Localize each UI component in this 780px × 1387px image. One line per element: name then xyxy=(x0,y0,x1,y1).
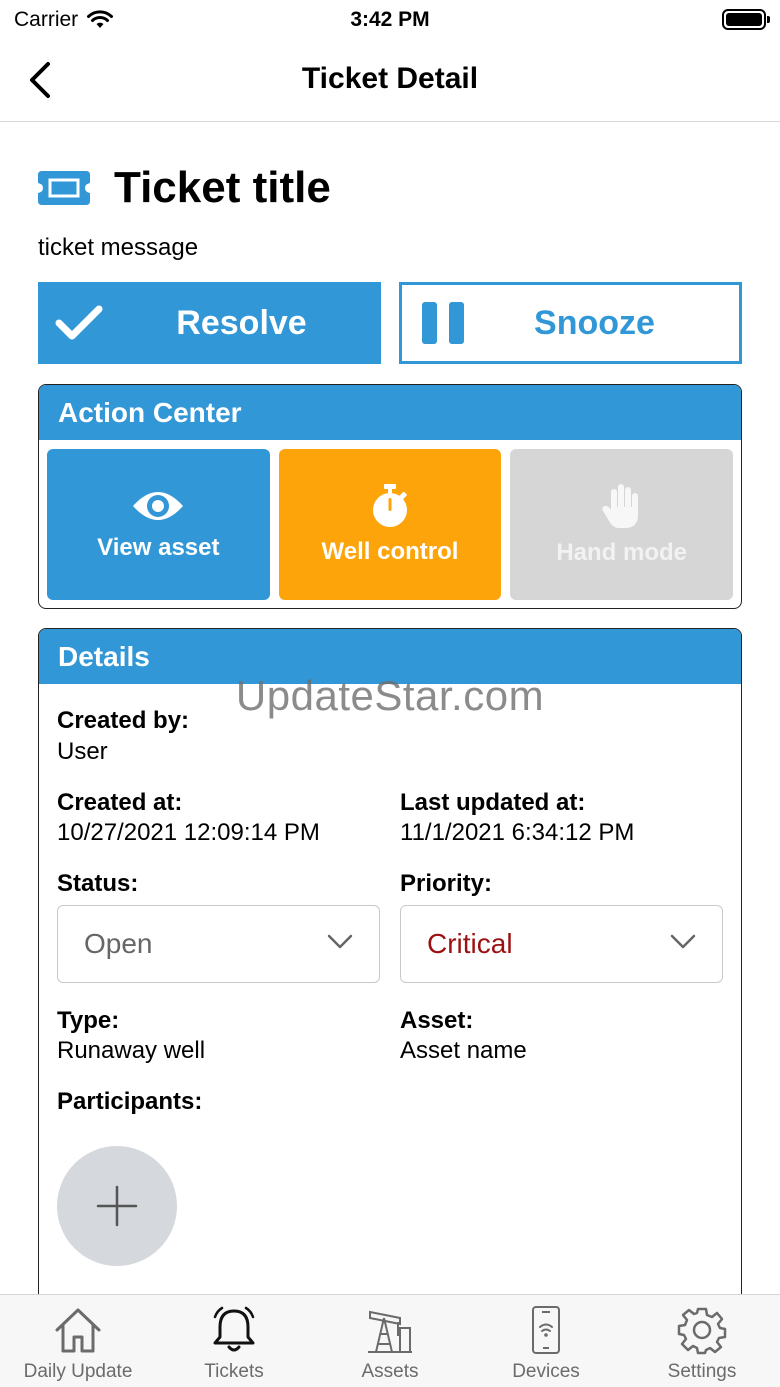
tab-assets[interactable]: Assets xyxy=(312,1295,468,1387)
chevron-down-icon xyxy=(670,934,696,949)
plus-icon xyxy=(96,1185,138,1227)
last-updated-label: Last updated at: xyxy=(400,789,586,816)
page-title: Ticket Detail xyxy=(301,62,479,95)
chevron-down-icon xyxy=(327,934,353,949)
hand-mode-button[interactable]: Hand mode xyxy=(510,449,734,600)
checkmark-icon xyxy=(55,305,103,340)
tab-bar: Daily Update Tickets Assets Devices Sett… xyxy=(0,1294,780,1387)
status-select[interactable]: Open xyxy=(57,905,380,983)
eye-icon xyxy=(133,491,184,520)
oil-pump-icon xyxy=(368,1310,412,1353)
priority-value: Critical xyxy=(427,928,513,959)
tab-label: Settings xyxy=(667,1361,737,1382)
status-value: Open xyxy=(84,928,153,959)
hand-mode-label: Hand mode xyxy=(556,538,688,566)
pause-icon xyxy=(422,302,464,344)
tab-settings[interactable]: Settings xyxy=(624,1295,780,1387)
ticket-icon xyxy=(38,171,90,205)
snooze-label: Snooze xyxy=(534,303,655,342)
add-participant-button[interactable] xyxy=(57,1146,177,1266)
tab-label: Daily Update xyxy=(23,1361,133,1382)
stopwatch-icon xyxy=(373,483,407,527)
tab-daily-update[interactable]: Daily Update xyxy=(0,1295,156,1387)
phone-icon xyxy=(532,1306,560,1354)
priority-select[interactable]: Critical xyxy=(400,905,723,983)
type-label: Type: xyxy=(57,1007,120,1034)
priority-label: Priority: xyxy=(400,870,493,897)
ticket-message: ticket message xyxy=(38,234,199,261)
resolve-button[interactable]: Resolve xyxy=(38,282,381,364)
tab-devices[interactable]: Devices xyxy=(468,1295,624,1387)
watermark: UpdateStar.com xyxy=(235,672,545,719)
tab-label: Tickets xyxy=(204,1361,264,1382)
navigation-bar: Ticket Detail xyxy=(0,40,780,122)
clock: 3:42 PM xyxy=(350,8,430,31)
gear-icon xyxy=(677,1307,727,1355)
tab-tickets[interactable]: Tickets xyxy=(156,1295,312,1387)
well-control-label: Well control xyxy=(321,537,459,565)
type-value: Runaway well xyxy=(57,1037,206,1064)
view-asset-label: View asset xyxy=(97,533,220,561)
asset-label: Asset: xyxy=(400,1007,474,1034)
house-icon xyxy=(55,1308,101,1353)
created-at-label: Created at: xyxy=(57,789,183,816)
action-center-card: Action Center View asset Well control Ha… xyxy=(38,384,742,609)
resolve-label: Resolve xyxy=(176,303,307,342)
status-bar: Carrier 3:42 PM xyxy=(0,0,780,40)
created-at-value: 10/27/2021 12:09:14 PM xyxy=(57,819,320,846)
ticket-header: Ticket title xyxy=(38,160,331,216)
asset-value: Asset name xyxy=(400,1037,527,1064)
view-asset-button[interactable]: View asset xyxy=(47,449,270,600)
well-control-button[interactable]: Well control xyxy=(278,449,502,600)
created-by-value: User xyxy=(57,738,108,765)
battery-icon xyxy=(722,9,770,30)
hand-icon xyxy=(602,483,638,528)
tab-label: Assets xyxy=(361,1361,419,1382)
action-center-title: Action Center xyxy=(39,385,741,440)
bell-icon xyxy=(213,1306,255,1352)
participants-label: Participants: xyxy=(57,1088,203,1115)
tab-label: Devices xyxy=(512,1361,580,1382)
status-label: Status: xyxy=(57,870,139,897)
ticket-title: Ticket title xyxy=(114,163,331,212)
last-updated-value: 11/1/2021 6:34:12 PM xyxy=(400,819,635,846)
snooze-button[interactable]: Snooze xyxy=(399,282,742,364)
